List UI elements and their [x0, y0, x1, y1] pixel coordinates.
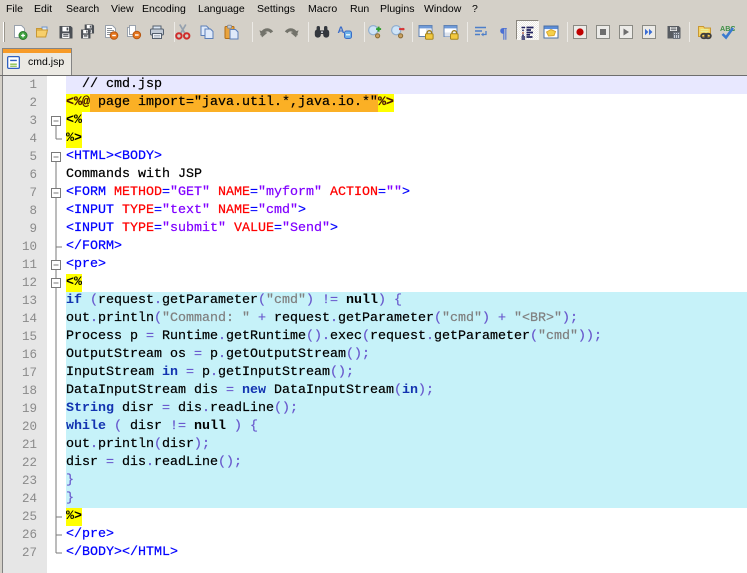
- svg-text:¶: ¶: [500, 26, 508, 41]
- svg-text:A: A: [338, 25, 345, 36]
